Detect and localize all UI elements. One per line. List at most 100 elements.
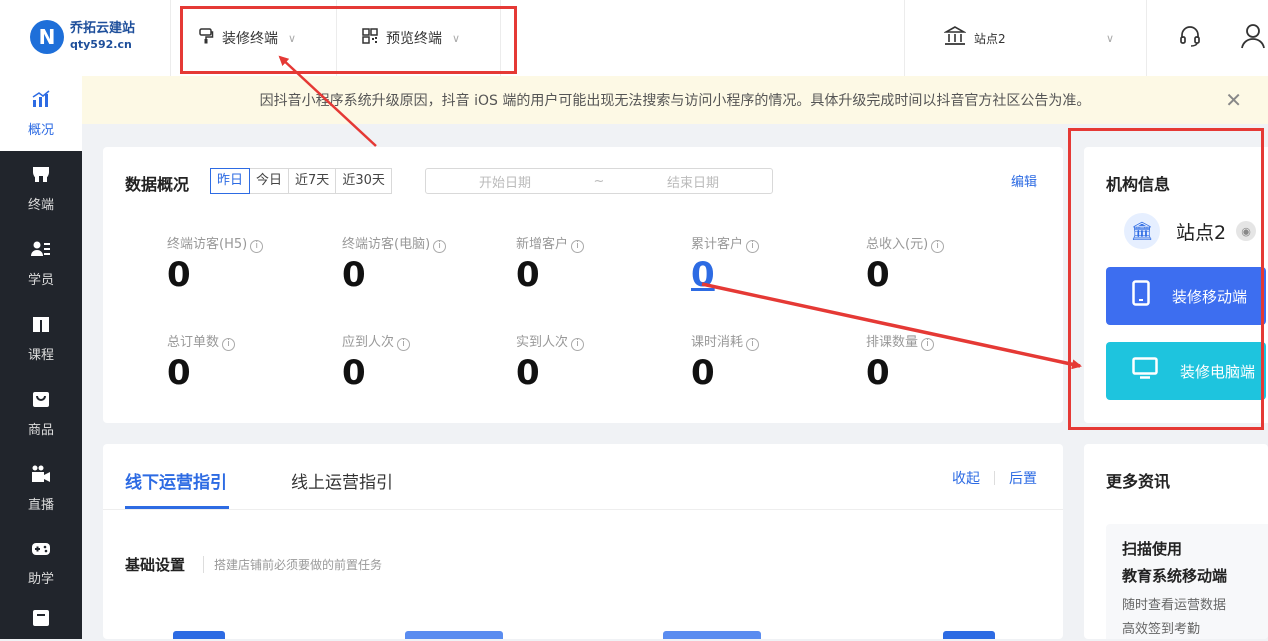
metric-label: 课时消耗 bbox=[691, 335, 744, 350]
more-news-title: 更多资讯 bbox=[1106, 472, 1171, 491]
task-illustration bbox=[663, 631, 761, 639]
tab-30-days[interactable]: 近30天 bbox=[335, 168, 392, 194]
logo-n-icon: N bbox=[30, 20, 64, 54]
tab-online-guide[interactable]: 线上运营指引 bbox=[291, 468, 393, 493]
start-date-input[interactable]: 开始日期 bbox=[426, 172, 584, 191]
basic-settings-title: 基础设置 bbox=[125, 556, 186, 574]
info-icon[interactable]: i bbox=[250, 240, 264, 253]
promo-desc-1: 随时查看运营数据 bbox=[1122, 598, 1227, 613]
edit-link[interactable]: 编辑 bbox=[1011, 171, 1037, 190]
metric-value: 0 bbox=[866, 353, 890, 393]
metric-value: 0 bbox=[167, 255, 191, 295]
info-icon[interactable]: i bbox=[931, 240, 945, 253]
info-icon[interactable]: i bbox=[746, 338, 760, 351]
metric-total-customers: 累计客户 i 0 bbox=[691, 233, 851, 295]
metric-value: 0 bbox=[691, 353, 715, 393]
metric-expected-attendance: 应到人次 i 0 bbox=[342, 331, 502, 393]
customer-service-button[interactable] bbox=[1178, 0, 1202, 76]
metric-value: 0 bbox=[866, 255, 890, 295]
metric-schedule-count: 排课数量 i 0 bbox=[866, 331, 1026, 393]
students-icon bbox=[31, 240, 51, 263]
metric-value: 0 bbox=[516, 353, 540, 393]
sidebar-item-label: 学员 bbox=[27, 272, 54, 288]
metric-actual-attendance: 实到人次 i 0 bbox=[516, 331, 676, 393]
info-icon[interactable]: i bbox=[571, 338, 585, 351]
sidebar-item-live[interactable]: 直播 bbox=[0, 451, 82, 526]
sidebar-item-label: 概况 bbox=[27, 122, 54, 138]
metric-label: 新增客户 bbox=[516, 237, 569, 252]
brand-name: 乔拓云建站 bbox=[70, 21, 136, 36]
sidebar-item-products[interactable]: 商品 bbox=[0, 376, 82, 451]
metric-total-income: 总收入(元) i 0 bbox=[866, 233, 1026, 295]
document-icon bbox=[32, 609, 50, 632]
more-news-card: 更多资讯 扫描使用 教育系统移动端 随时查看运营数据 高效签到考勤 bbox=[1084, 444, 1268, 639]
guide-actions: 收起 后置 bbox=[952, 468, 1037, 488]
metric-new-customers: 新增客户 i 0 bbox=[516, 233, 676, 295]
task-illustration bbox=[943, 631, 995, 639]
range-tabs: 昨日 今日 近7天 近30天 bbox=[210, 168, 392, 194]
chevron-down-icon: ∨ bbox=[1105, 31, 1114, 45]
brand-logo[interactable]: N 乔拓云建站 qty592.cn bbox=[30, 12, 135, 62]
sidebar-item-study-assist[interactable]: 助学 bbox=[0, 526, 82, 601]
sidebar-item-overview[interactable]: 概况 bbox=[0, 76, 82, 151]
sidebar: 概况 终端 学员 课程 商品 直播 助学 bbox=[0, 76, 82, 639]
metric-value: 0 bbox=[516, 255, 540, 295]
sidebar-item-label: 商品 bbox=[27, 422, 54, 438]
sidebar-item-label: 助学 bbox=[27, 571, 54, 587]
tab-yesterday[interactable]: 昨日 bbox=[210, 168, 251, 194]
user-menu-button[interactable] bbox=[1240, 0, 1266, 76]
info-icon[interactable]: i bbox=[746, 240, 760, 253]
annotation-box-org-info bbox=[1068, 128, 1264, 430]
sidebar-item-label: 终端 bbox=[27, 197, 54, 213]
task-illustration bbox=[173, 631, 225, 639]
metric-h5-visitors: 终端访客(H5) i 0 bbox=[167, 233, 327, 295]
basic-settings-desc: 搭建店铺前必须要做的前置任务 bbox=[203, 556, 382, 573]
sidebar-item-label: 课程 bbox=[27, 347, 54, 363]
metric-value-link[interactable]: 0 bbox=[691, 255, 851, 295]
tab-divider bbox=[103, 509, 1063, 510]
info-icon[interactable]: i bbox=[222, 338, 236, 351]
metric-value: 0 bbox=[167, 353, 191, 393]
info-icon[interactable]: i bbox=[921, 338, 935, 351]
annotation-box-topnav bbox=[180, 6, 517, 74]
metric-pc-visitors: 终端访客(电脑) i 0 bbox=[342, 233, 502, 295]
sidebar-item-label: 直播 bbox=[27, 497, 54, 513]
metric-label: 应到人次 bbox=[342, 335, 395, 350]
data-overview-card: 数据概况 昨日 今日 近7天 近30天 开始日期 ~ 结束日期 编辑 终端访客(… bbox=[103, 147, 1063, 423]
site-selector[interactable]: 站点2 ∨ bbox=[942, 0, 1114, 76]
metric-label: 累计客户 bbox=[691, 237, 744, 252]
close-icon[interactable]: ✕ bbox=[1225, 88, 1242, 112]
tab-today[interactable]: 今日 bbox=[249, 168, 290, 194]
tab-offline-guide[interactable]: 线下运营指引 bbox=[125, 468, 227, 493]
promo-headline-1: 扫描使用 bbox=[1122, 540, 1183, 558]
end-date-input[interactable]: 结束日期 bbox=[614, 172, 772, 191]
metric-label: 总收入(元) bbox=[866, 237, 929, 252]
video-icon bbox=[31, 465, 51, 488]
task-illustration bbox=[405, 631, 503, 639]
info-icon[interactable]: i bbox=[571, 240, 585, 253]
tab-7-days[interactable]: 近7天 bbox=[288, 168, 337, 194]
headset-icon bbox=[1178, 24, 1202, 52]
sidebar-item-more[interactable] bbox=[0, 601, 82, 641]
operation-guide-card: 线下运营指引 线上运营指引 收起 后置 基础设置 搭建店铺前必须要做的前置任务 bbox=[103, 444, 1063, 639]
sidebar-item-terminal[interactable]: 终端 bbox=[0, 151, 82, 226]
info-icon[interactable]: i bbox=[397, 338, 411, 351]
sidebar-item-students[interactable]: 学员 bbox=[0, 226, 82, 301]
collapse-link[interactable]: 收起 bbox=[952, 468, 980, 488]
metric-label: 总订单数 bbox=[167, 335, 220, 350]
move-back-link[interactable]: 后置 bbox=[1009, 468, 1037, 488]
overview-title: 数据概况 bbox=[125, 175, 190, 194]
mobile-app-promo[interactable]: 扫描使用 教育系统移动端 随时查看运营数据 高效签到考勤 bbox=[1106, 524, 1268, 639]
date-range-picker[interactable]: 开始日期 ~ 结束日期 bbox=[425, 168, 773, 194]
promo-headline-2: 教育系统移动端 bbox=[1122, 567, 1228, 585]
info-icon[interactable]: i bbox=[433, 240, 447, 253]
date-range-separator: ~ bbox=[593, 173, 605, 189]
promo-desc-2: 高效签到考勤 bbox=[1122, 622, 1201, 637]
brand-domain: qty592.cn bbox=[70, 38, 132, 51]
bank-icon bbox=[942, 26, 968, 50]
metric-value: 0 bbox=[342, 255, 366, 295]
bag-icon bbox=[32, 390, 50, 413]
notice-banner: 因抖音小程序系统升级原因，抖音 iOS 端的用户可能出现无法搜索与访问小程序的情… bbox=[82, 76, 1268, 124]
sidebar-item-courses[interactable]: 课程 bbox=[0, 301, 82, 376]
site-selector-label: 站点2 bbox=[974, 31, 1006, 46]
